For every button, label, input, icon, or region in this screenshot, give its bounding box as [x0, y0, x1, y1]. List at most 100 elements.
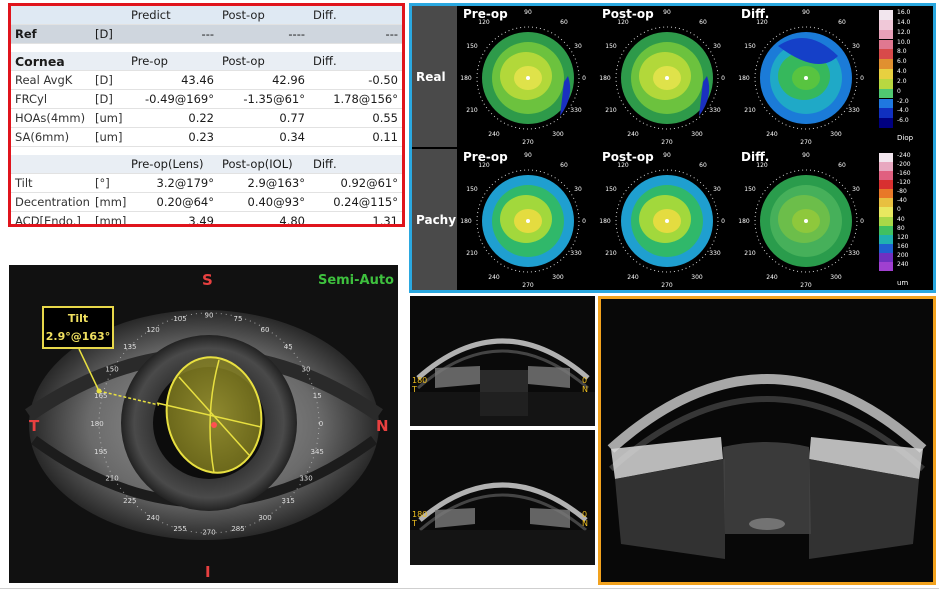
angle-label: 210	[744, 250, 756, 257]
cornea-col-diff: Diff.	[309, 52, 402, 71]
header-predict: Predict	[127, 6, 218, 25]
row-unit: [um]	[91, 127, 127, 147]
map-title: Pre-op	[463, 150, 508, 164]
scale-value: -2.0	[897, 97, 909, 105]
row-value: 0.55	[309, 108, 402, 128]
scale-value: -240	[897, 152, 911, 159]
corneal-maps-panel: Real Pachy Pre-op 90 270 180 0 120 60 150 30 210…	[409, 3, 936, 293]
scale-swatch	[879, 39, 893, 50]
angle-label: 90	[802, 9, 810, 16]
scale-swatch	[879, 180, 893, 190]
angle-label: 210	[605, 107, 617, 114]
ring-angle-label: 330	[299, 474, 312, 482]
ring-angle-label: 345	[311, 448, 324, 456]
oct-scan-preop[interactable]: 180 T 0 N	[410, 296, 595, 426]
row-value: -0.49@169°	[127, 89, 218, 109]
angle-label: 330	[848, 107, 860, 114]
oct-scan-postop[interactable]: 180 T 0 N	[410, 430, 595, 565]
ring-angle-label: 0	[319, 420, 323, 428]
scale-swatch	[879, 78, 893, 89]
angle-label: 90	[663, 9, 671, 16]
topography-map: 90270180 0120 60150 30210 330240 300	[599, 152, 725, 289]
cornea-col-preop: Pre-op	[127, 52, 218, 71]
scale-value: 0	[897, 87, 901, 95]
ring-angle-label: 105	[173, 315, 186, 323]
angle-label: 30	[713, 43, 721, 50]
scale-swatch	[879, 108, 893, 119]
row-value: 0.22	[127, 108, 218, 128]
topography-map: 90270180 0120 60150 30210 330240 300	[460, 152, 586, 289]
map-real-preop[interactable]: Pre-op 90 270 180 0 120 60 150 30 210 330 240 300	[460, 6, 597, 147]
angle-label: 270	[522, 139, 534, 146]
scale-swatch	[879, 216, 893, 226]
scale-swatch	[879, 198, 893, 208]
oct-right-side: N	[582, 385, 588, 394]
scale-swatch	[879, 243, 893, 253]
map-pachy-postop[interactable]: Post-op 90 270 180 0 120 60 150 30 210 330 240 300	[599, 149, 736, 290]
lens-section-header: Pre-op(Lens) Post-op(IOL) Diff.	[11, 155, 402, 174]
ring-angle-label: 90	[205, 311, 214, 319]
compass-temporal: T	[29, 417, 40, 435]
angle-label: 180	[738, 218, 750, 225]
ring-angle-label: 75	[234, 315, 243, 323]
scale-swatch	[879, 153, 893, 163]
ring-angle-label: 15	[313, 392, 322, 400]
angle-label: 300	[830, 131, 842, 138]
angle-label: 0	[860, 75, 864, 82]
table-row: Decentration [mm] 0.20@64° 0.40@93° 0.24…	[11, 192, 402, 212]
map-real-postop[interactable]: Post-op 90 270 180 0 120 60 150 30 210 330 240 300	[599, 6, 736, 147]
cornea-title: Cornea	[11, 52, 127, 71]
row-label: Real AvgK	[11, 70, 91, 90]
scale-value: -120	[897, 179, 911, 187]
scale-value: 10.0	[897, 38, 911, 46]
angle-label: 210	[605, 250, 617, 257]
bottom-divider	[0, 588, 939, 589]
map-title: Post-op	[602, 150, 654, 164]
angle-label: 270	[800, 282, 812, 289]
scale-swatch	[879, 98, 893, 109]
row-unit: [um]	[91, 108, 127, 128]
map-pachy-diff[interactable]: Diff. 90 270 180 0 120 60 150 30 210 330 240 300	[738, 149, 875, 290]
anterior-eye-image[interactable]: 90 75 60 45 30 15 0 345 330 315 300 285 270 255 240 225…	[9, 265, 398, 583]
ring-angle-label: 45	[284, 343, 293, 351]
ring-angle-label: 210	[105, 474, 118, 482]
row-label: FRCyl	[11, 89, 91, 109]
scale-value: 14.0	[897, 18, 911, 26]
row-value: 1.31	[309, 211, 402, 224]
tilt-annotation-box: Tilt 2.9°@163°	[42, 306, 114, 349]
angle-label: 180	[599, 75, 611, 82]
table-row: ACD[Endo.] [mm] 3.49 4.80 1.31	[11, 211, 402, 224]
ring-angle-label: 165	[94, 392, 107, 400]
biometry-table: Predict Post-op Diff. Ref [D] --- ---- -…	[11, 6, 402, 224]
topography-map: 90270180 0120 60150 30210 330240 300	[599, 9, 725, 146]
ref-predict: ---	[127, 24, 218, 44]
scale-swatch	[879, 49, 893, 60]
angle-label: 330	[570, 107, 582, 114]
row-value: 0.24@115°	[309, 192, 402, 212]
angle-label: 60	[560, 19, 568, 26]
angle-label: 60	[838, 19, 846, 26]
oct-left-angle: 180	[412, 510, 428, 519]
scale-swatch	[879, 171, 893, 181]
row-value: 4.80	[218, 211, 309, 224]
ring-angle-label: 30	[302, 366, 311, 374]
scale-value: 160	[897, 242, 909, 250]
ring-angle-label: 150	[105, 366, 118, 374]
tilt-value: 2.9°@163°	[45, 330, 111, 343]
oct-scan-enlarged[interactable]	[598, 296, 936, 585]
compass-superior: S	[202, 271, 213, 289]
angle-label: 0	[721, 75, 725, 82]
cornea-section-header: Cornea Pre-op Post-op Diff.	[11, 52, 402, 71]
angle-label: 150	[466, 186, 478, 193]
scale-swatch	[879, 252, 893, 262]
row-label-real: Real	[412, 6, 457, 147]
scale-value: 80	[897, 224, 905, 232]
angle-label: 300	[830, 274, 842, 281]
scale-value: 40	[897, 215, 905, 223]
map-real-diff[interactable]: Diff. 90 270 180 0 120 60 150 30 210 330 240 300	[738, 6, 875, 147]
angle-label: 330	[709, 250, 721, 257]
angle-label: 150	[466, 43, 478, 50]
scale-swatch	[879, 88, 893, 99]
map-pachy-preop[interactable]: Pre-op 90 270 180 0 120 60 150 30 210 330 240 300	[460, 149, 597, 290]
ring-angle-label: 135	[123, 343, 136, 351]
